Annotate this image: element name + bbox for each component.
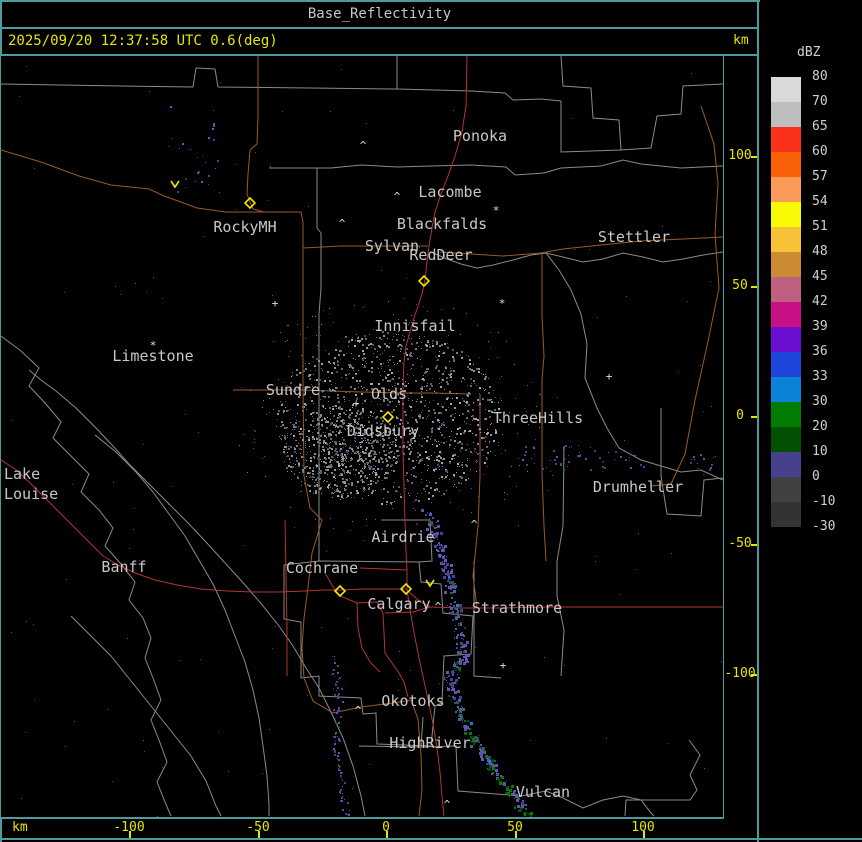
colorbar-tick-label: 42	[812, 294, 828, 309]
colorbar-tick-label: 0	[812, 469, 820, 484]
colorbar-tick-label: 51	[812, 219, 828, 234]
point-marker: ^	[444, 798, 451, 811]
colorbar-swatch	[771, 227, 801, 252]
colorbar-swatch	[771, 452, 801, 477]
colorbar-swatch	[771, 152, 801, 177]
colorbar-tick-label: 10	[812, 444, 828, 459]
colorbar-swatch	[771, 402, 801, 427]
y-tick-mark	[751, 674, 757, 676]
point-marker: ^	[355, 704, 362, 717]
colorbar-swatch	[771, 427, 801, 452]
radar-window: Base_Reflectivity 2025/09/20 12:37:58 UT…	[0, 0, 862, 842]
map-border-bottom	[2, 817, 724, 819]
title-bar: Base_Reflectivity	[2, 2, 757, 27]
city-label-stettler: Stettler	[598, 228, 670, 246]
point-marker: ^	[394, 190, 401, 203]
point-marker: *	[150, 339, 157, 352]
city-label-calgary: Calgary	[367, 595, 430, 613]
city-label-drumheller: Drumheller	[593, 478, 683, 496]
city-label-louise: Louise	[4, 485, 58, 503]
y-tick-mark	[751, 416, 757, 418]
city-label-didsbury: Didsbury	[347, 422, 419, 440]
colorbar-tick-label: 33	[812, 369, 828, 384]
colorbar-tick-label: -10	[812, 494, 836, 509]
point-marker: +	[353, 397, 360, 410]
point-marker: ^	[339, 217, 346, 230]
colorbar-tick-label: 60	[812, 144, 828, 159]
window-title: Base_Reflectivity	[307, 6, 452, 22]
colorbar-swatch	[771, 202, 801, 227]
colorbar-swatch	[771, 352, 801, 377]
radar-site-marker	[381, 410, 395, 424]
colorbar-swatch	[771, 502, 801, 527]
city-label-blackfalds: Blackfalds	[397, 215, 487, 233]
colorbar-swatch	[771, 477, 801, 502]
x-tick-mark	[515, 831, 517, 838]
colorbar-tick-label: 80	[812, 69, 828, 84]
colorbar-swatch	[771, 102, 801, 127]
colorbar-swatch	[771, 252, 801, 277]
colorbar-tick-label: 45	[812, 269, 828, 284]
panel-divider	[757, 0, 759, 842]
y-tick-mark	[751, 286, 757, 288]
city-label-lake: Lake	[4, 465, 40, 483]
x-tick-mark	[129, 831, 131, 838]
city-label-vulcan: Vulcan	[516, 783, 570, 801]
y-tick-mark	[751, 156, 757, 158]
colorbar-tick-label: 57	[812, 169, 828, 184]
city-label-sundre: Sundre	[266, 381, 320, 399]
city-label-highriver: HighRiver	[389, 734, 470, 752]
radar-map-viewport[interactable]: PonokaLacombeBlackfaldsSylvanRedDeerStet…	[1, 56, 723, 817]
city-label-okotoks: Okotoks	[381, 692, 444, 710]
x-tick-mark	[258, 831, 260, 838]
point-marker: +	[272, 297, 279, 310]
colorbar-swatch	[771, 277, 801, 302]
city-label-threehills: ThreeHills	[493, 409, 583, 427]
colorbar-swatch	[771, 127, 801, 152]
colorbar-tick-label: 36	[812, 344, 828, 359]
colorbar-tick-label: 65	[812, 119, 828, 134]
x-axis-unit-label: km	[12, 820, 28, 835]
city-label-strathmore: Strathmore	[472, 599, 562, 617]
point-marker: +	[606, 370, 613, 383]
city-label-reddeer: RedDeer	[409, 246, 472, 264]
colorbar-tick-label: -30	[812, 519, 836, 534]
colorbar-tick-label: 20	[812, 419, 828, 434]
city-label-olds: Olds	[371, 385, 407, 403]
colorbar-tick-label: 39	[812, 319, 828, 334]
point-marker: *	[499, 297, 506, 310]
window-border-bottom	[0, 838, 862, 840]
y-axis-unit-label: km	[733, 33, 749, 48]
colorbar-swatch	[771, 377, 801, 402]
colorbar-tick-label: 70	[812, 94, 828, 109]
colorbar-swatch	[771, 177, 801, 202]
colorbar-tick-label: 30	[812, 394, 828, 409]
point-marker: +	[500, 659, 507, 672]
city-label-banff: Banff	[101, 558, 146, 576]
city-label-cochrane: Cochrane	[286, 559, 358, 577]
colorbar-swatch	[771, 77, 801, 102]
timestamp-label: 2025/09/20 12:37:58 UTC 0.6(deg)	[8, 33, 278, 49]
point-marker: ^	[435, 600, 442, 613]
point-marker: ^	[397, 342, 404, 355]
colorbar-title: dBZ	[797, 45, 821, 60]
city-label-rockymh: RockyMH	[213, 218, 276, 236]
y-tick-mark	[751, 544, 757, 546]
colorbar-swatch	[771, 327, 801, 352]
point-marker: ^	[471, 518, 478, 531]
point-marker: *	[493, 204, 500, 217]
checkmark-marker	[170, 180, 180, 189]
city-label-airdrie: Airdrie	[371, 528, 434, 546]
x-tick-mark	[643, 831, 645, 838]
colorbar-tick-label: 48	[812, 244, 828, 259]
city-label-innisfail: Innisfail	[374, 317, 455, 335]
x-tick-mark	[386, 831, 388, 838]
titlebar-border	[2, 27, 757, 29]
colorbar-tick-label: 54	[812, 194, 828, 209]
colorbar-swatch	[771, 302, 801, 327]
city-label-lacombe: Lacombe	[418, 183, 481, 201]
point-marker: ^	[360, 139, 367, 152]
city-label-ponoka: Ponoka	[453, 127, 507, 145]
